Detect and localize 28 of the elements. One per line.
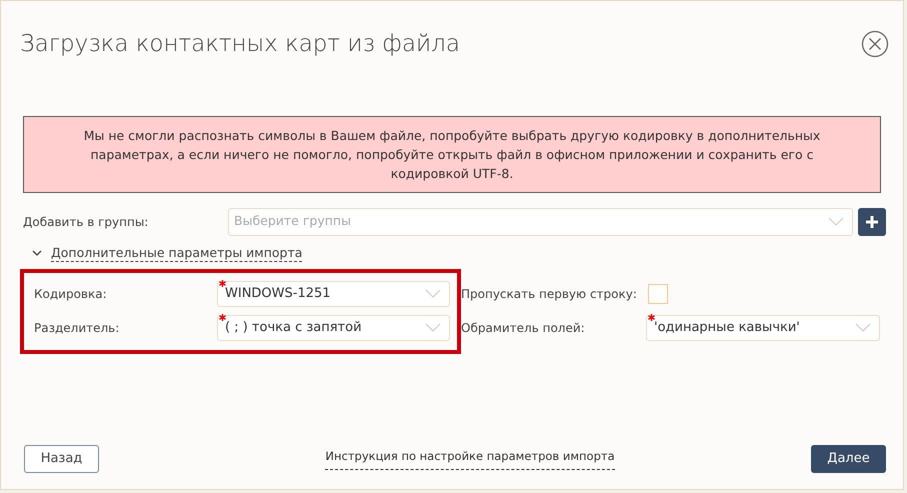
plus-icon — [866, 216, 878, 228]
dropdown-field[interactable]: 'одинарные кавычки' — [646, 315, 880, 341]
next-button[interactable]: Далее — [811, 445, 886, 473]
dropdown-field[interactable]: WINDOWS-1251 — [217, 281, 450, 307]
dropdown-field[interactable]: ( ; ) точка с запятой — [217, 315, 450, 341]
back-button[interactable]: Назад — [24, 445, 99, 473]
field-label: Обрамитель полей: — [461, 320, 586, 337]
chevron-icon — [828, 216, 844, 226]
field-label: Пропускать первую строку: — [461, 286, 638, 303]
field-label: Кодировка: — [34, 286, 108, 303]
chevron-icon — [425, 289, 441, 299]
groups-field[interactable]: Выберите группы — [228, 208, 853, 236]
dropdown-value: 'одинарные кавычки' — [654, 319, 801, 338]
add-button[interactable] — [858, 208, 886, 236]
groups-input[interactable]: Выберите группы — [234, 212, 828, 231]
alert-message: Мы не смогли распознать символы в Вашем файле, попробуйте выбрать другую кодировку в дополнительных параметрах, а если ничего не помогло, попробуйте открыть файл в офисном приложении и сохранить его с кодировкой UTF-8. — [82, 126, 822, 182]
chevron-icon — [855, 323, 871, 333]
chevron-icon[interactable] — [32, 249, 42, 257]
dropdown-value: WINDOWS-1251 — [225, 285, 332, 304]
dropdown-value: ( ; ) точка с запятой — [225, 319, 363, 338]
dialog-title: Загрузка контактных карт из файла — [20, 30, 460, 59]
instructions-link[interactable]: Инструкция по настройке параметров импорта — [325, 448, 615, 470]
chevron-icon — [425, 323, 441, 333]
field-label: Разделитель: — [34, 320, 120, 337]
field-label: Добавить в группы: — [23, 214, 150, 230]
close-icon[interactable] — [861, 30, 889, 58]
skip-row-checkbox[interactable] — [648, 284, 668, 304]
advanced-options-link[interactable]: Дополнительные параметры импорта — [51, 244, 302, 262]
